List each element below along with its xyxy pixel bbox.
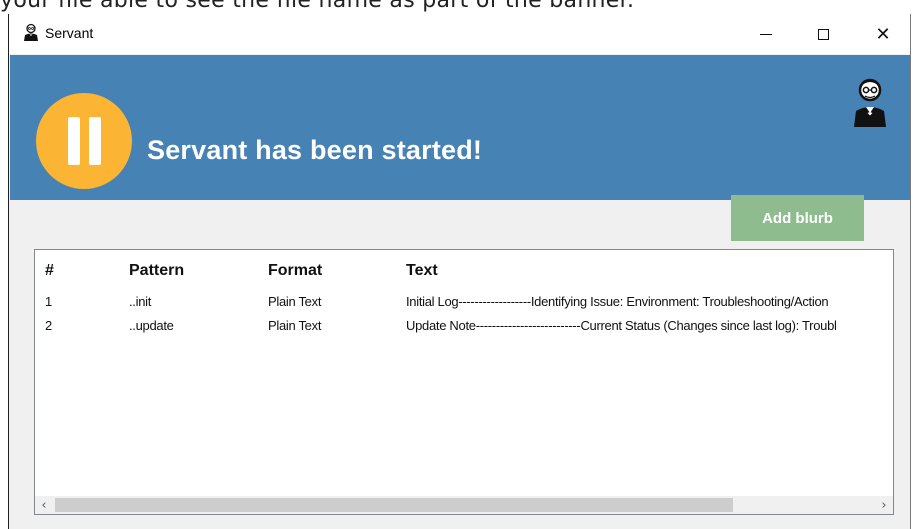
close-button[interactable]: ✕ [860,14,906,54]
column-header-pattern[interactable]: Pattern [129,262,184,280]
list-header: # Pattern Format Text [35,262,893,288]
background-page: your file able to see the file name as p… [0,0,913,14]
row-number: 1 [45,294,52,309]
column-header-format[interactable]: Format [268,262,322,280]
table-row[interactable]: 1 ..init Plain Text Initial Log---------… [35,294,893,316]
maximize-icon [817,28,829,40]
background-text: your file able to see the file name as p… [0,0,635,13]
close-icon: ✕ [875,23,891,45]
maximize-button[interactable] [800,14,846,54]
column-header-text[interactable]: Text [406,262,438,280]
blurb-list[interactable]: # Pattern Format Text 1 ..init Plain Tex… [34,249,894,515]
butler-icon [854,78,886,127]
horizontal-scrollbar[interactable]: ‹ › [35,496,893,514]
row-pattern: ..update [129,318,174,333]
minimize-icon [760,33,772,35]
title-bar[interactable]: Servant ✕ [9,14,910,54]
add-blurb-button[interactable]: Add blurb [731,195,864,241]
butler-icon [24,23,38,41]
pause-button[interactable] [36,93,132,189]
row-text: Update Note--------------------------Cur… [406,318,837,333]
minimize-button[interactable] [743,14,789,54]
pause-icon [68,117,80,165]
column-header-number[interactable]: # [45,262,54,280]
status-text: Servant has been started! [147,135,483,165]
status-banner: Servant has been started! [10,55,910,200]
table-row[interactable]: 2 ..update Plain Text Update Note-------… [35,318,893,340]
scroll-left-icon[interactable]: ‹ [35,496,53,514]
row-format: Plain Text [268,318,322,333]
row-format: Plain Text [268,294,322,309]
scrollbar-thumb[interactable] [55,498,733,512]
scroll-right-icon[interactable]: › [875,496,893,514]
row-number: 2 [45,318,52,333]
servant-window: Servant ✕ Servant has been started! Add … [8,14,911,529]
window-title: Servant [45,25,94,41]
row-pattern: ..init [129,294,152,309]
row-text: Initial Log------------------Identifying… [406,294,829,309]
pause-icon-bar [89,117,101,165]
